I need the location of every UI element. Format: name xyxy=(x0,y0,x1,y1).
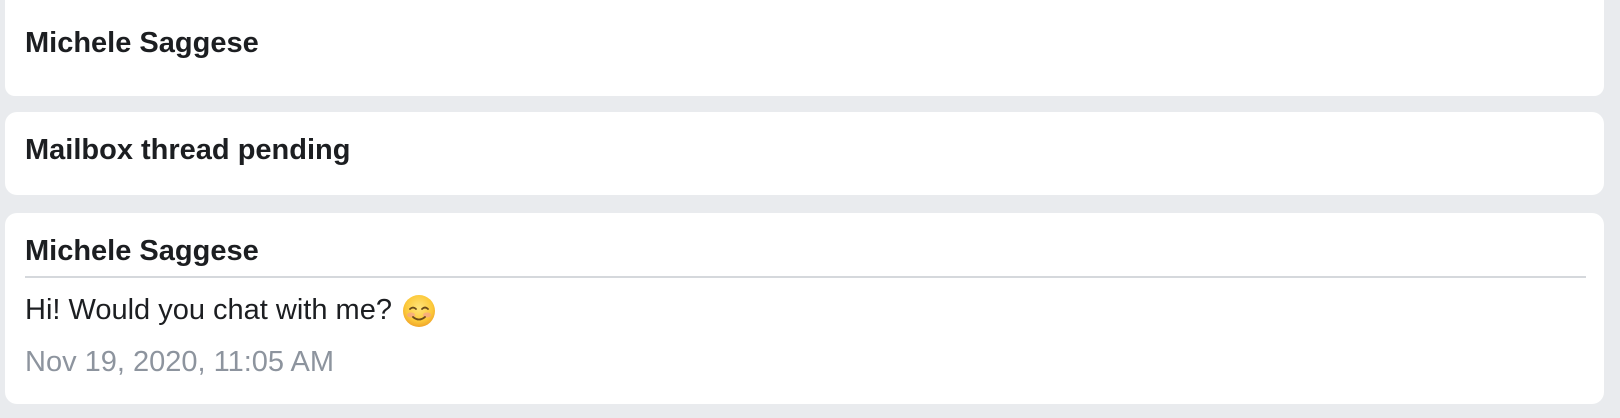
message-text: Hi! Would you chat with me? xyxy=(25,294,392,327)
message-body: Hi! Would you chat with me? xyxy=(25,294,436,328)
smiling-face-emoji-icon xyxy=(402,294,436,328)
message-divider xyxy=(25,276,1586,278)
message-card[interactable]: Michele Saggese Hi! Would you chat with … xyxy=(5,213,1604,404)
thread-status-text: Mailbox thread pending xyxy=(25,134,351,166)
sender-name[interactable]: Michele Saggese xyxy=(25,29,259,58)
thread-status-card: Mailbox thread pending xyxy=(5,112,1604,195)
message-sender-name[interactable]: Michele Saggese xyxy=(25,237,259,266)
thread-header-card: Michele Saggese xyxy=(5,0,1604,96)
message-timestamp: Nov 19, 2020, 11:05 AM xyxy=(25,346,335,378)
